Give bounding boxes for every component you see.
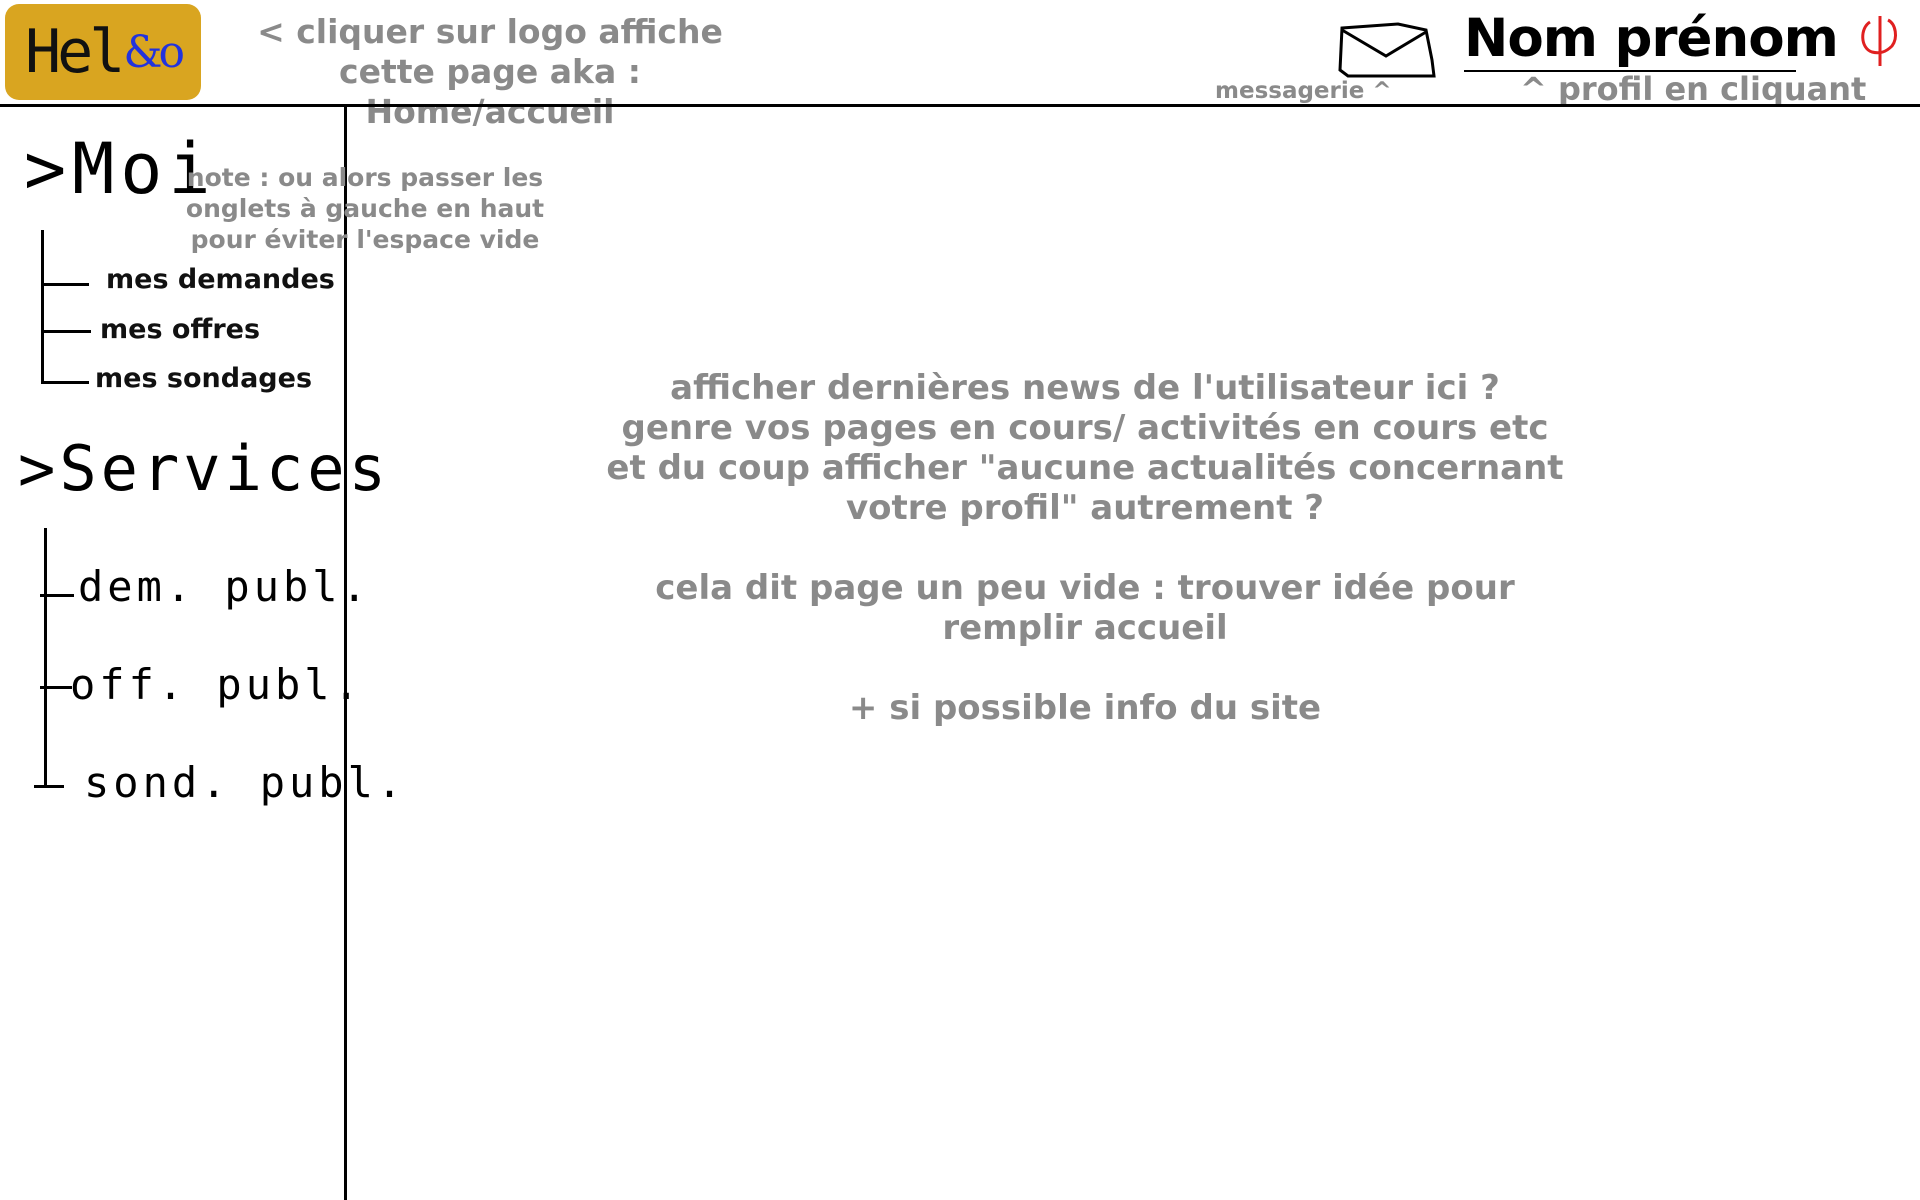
logo-symbol: &o: [123, 26, 185, 78]
home-logo-button[interactable]: Hel &o: [5, 4, 201, 100]
tree-branch: [41, 283, 89, 286]
tree-branch: [41, 381, 89, 384]
tree-branch: [40, 686, 72, 689]
messaging-annotation: messagerie ^: [1215, 78, 1392, 104]
tree-branch: [41, 330, 91, 333]
profile-name-link[interactable]: Nom prénom: [1464, 8, 1839, 69]
main-annotation: afficher dernières news de l'utilisateur…: [580, 368, 1590, 728]
logo-text: Hel: [24, 17, 125, 87]
logo-annotation: < cliquer sur logo affiche cette page ak…: [257, 12, 723, 131]
main-note-line: genre vos pages en cours/ activités en c…: [621, 408, 1549, 448]
sidebar-item-mes-demandes[interactable]: mes demandes: [106, 264, 335, 295]
main-note-line: cela dit page un peu vide : trouver idée…: [655, 568, 1515, 648]
main-note-line: et du coup afficher "aucune actualités c…: [606, 448, 1564, 528]
tree-line: [41, 230, 44, 382]
sidebar-section-services[interactable]: >Services: [18, 432, 390, 505]
sidebar-annotation: note : ou alors passer les onglets à gau…: [185, 163, 545, 254]
sidebar-item-off-publ[interactable]: off. publ.: [70, 660, 363, 709]
envelope-icon[interactable]: [1338, 20, 1436, 80]
tree-branch: [34, 785, 64, 788]
power-icon[interactable]: [1858, 14, 1904, 70]
sidebar-item-sond-publ[interactable]: sond. publ.: [84, 758, 406, 807]
sidebar-divider: [344, 105, 347, 1200]
main-note-line: + si possible info du site: [848, 688, 1322, 728]
sidebar-item-mes-sondages[interactable]: mes sondages: [95, 363, 312, 394]
main-note-line: afficher dernières news de l'utilisateur…: [670, 368, 1500, 408]
tree-branch: [40, 594, 74, 597]
sidebar-item-mes-offres[interactable]: mes offres: [100, 314, 260, 345]
profile-annotation: ^ profil en cliquant: [1520, 70, 1867, 108]
sidebar-item-dem-publ[interactable]: dem. publ.: [78, 562, 371, 611]
header-divider: [0, 104, 1920, 107]
tree-line: [44, 528, 47, 785]
